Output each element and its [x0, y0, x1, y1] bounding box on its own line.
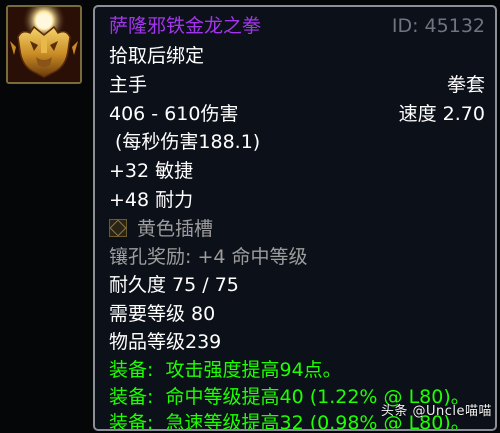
item-name-row: 萨隆邪铁金龙之拳 ID: 45132 [109, 13, 485, 39]
item-name: 萨隆邪铁金龙之拳 [109, 15, 262, 37]
golden-dragon-fist-icon [8, 7, 80, 82]
bind-row: 拾取后绑定 [109, 43, 485, 69]
required-level-text: 需要等级 80 [109, 303, 216, 325]
dps-row: (每秒伤害188.1) [109, 129, 485, 155]
stat-row: +48 耐力 [109, 187, 485, 213]
item-id: ID: 45132 [391, 15, 485, 37]
required-level-row: 需要等级 80 [109, 301, 485, 327]
damage-row: 406 - 610伤害 速度 2.70 [109, 101, 485, 127]
item-icon-frame[interactable] [6, 5, 82, 84]
equip-row: 装备: 攻击强度提高94点。 [109, 357, 485, 383]
durability-row: 耐久度 75 / 75 [109, 272, 485, 298]
item-level-row: 物品等级239 [109, 329, 485, 355]
equip-prefix: 装备: [109, 386, 154, 408]
socket-text: 黄色插槽 [137, 218, 214, 240]
damage-text: 406 - 610伤害 [109, 103, 239, 125]
watermark: 头条 @Uncle喵喵 [380, 404, 492, 419]
equip-prefix: 装备: [109, 412, 154, 431]
equip-text: 攻击强度提高94点。 [165, 359, 342, 381]
socket-row: 黄色插槽 [109, 216, 485, 242]
bind-text: 拾取后绑定 [109, 45, 205, 67]
item-level-text: 物品等级239 [109, 331, 222, 353]
durability-text: 耐久度 75 / 75 [109, 274, 239, 296]
yellow-socket-icon [109, 219, 127, 237]
stat-row: +32 敏捷 [109, 158, 485, 184]
socket-bonus-row: 镶孔奖励: +4 命中等级 [109, 244, 485, 270]
equip-prefix: 装备: [109, 359, 154, 381]
socket-bonus-text: 镶孔奖励: +4 命中等级 [109, 246, 308, 268]
item-tooltip: 萨隆邪铁金龙之拳 ID: 45132 拾取后绑定 主手 拳套 406 - 610… [93, 5, 497, 431]
stat-agility: +32 敏捷 [109, 160, 194, 182]
dps-text: (每秒伤害188.1) [115, 131, 261, 153]
speed-text: 速度 2.70 [398, 103, 485, 125]
stat-stamina: +48 耐力 [109, 189, 194, 211]
slot-text: 主手 [109, 74, 148, 96]
slot-row: 主手 拳套 [109, 72, 485, 98]
item-tooltip-screen: 萨隆邪铁金龙之拳 ID: 45132 拾取后绑定 主手 拳套 406 - 610… [0, 0, 500, 433]
weapon-type: 拳套 [446, 74, 485, 96]
